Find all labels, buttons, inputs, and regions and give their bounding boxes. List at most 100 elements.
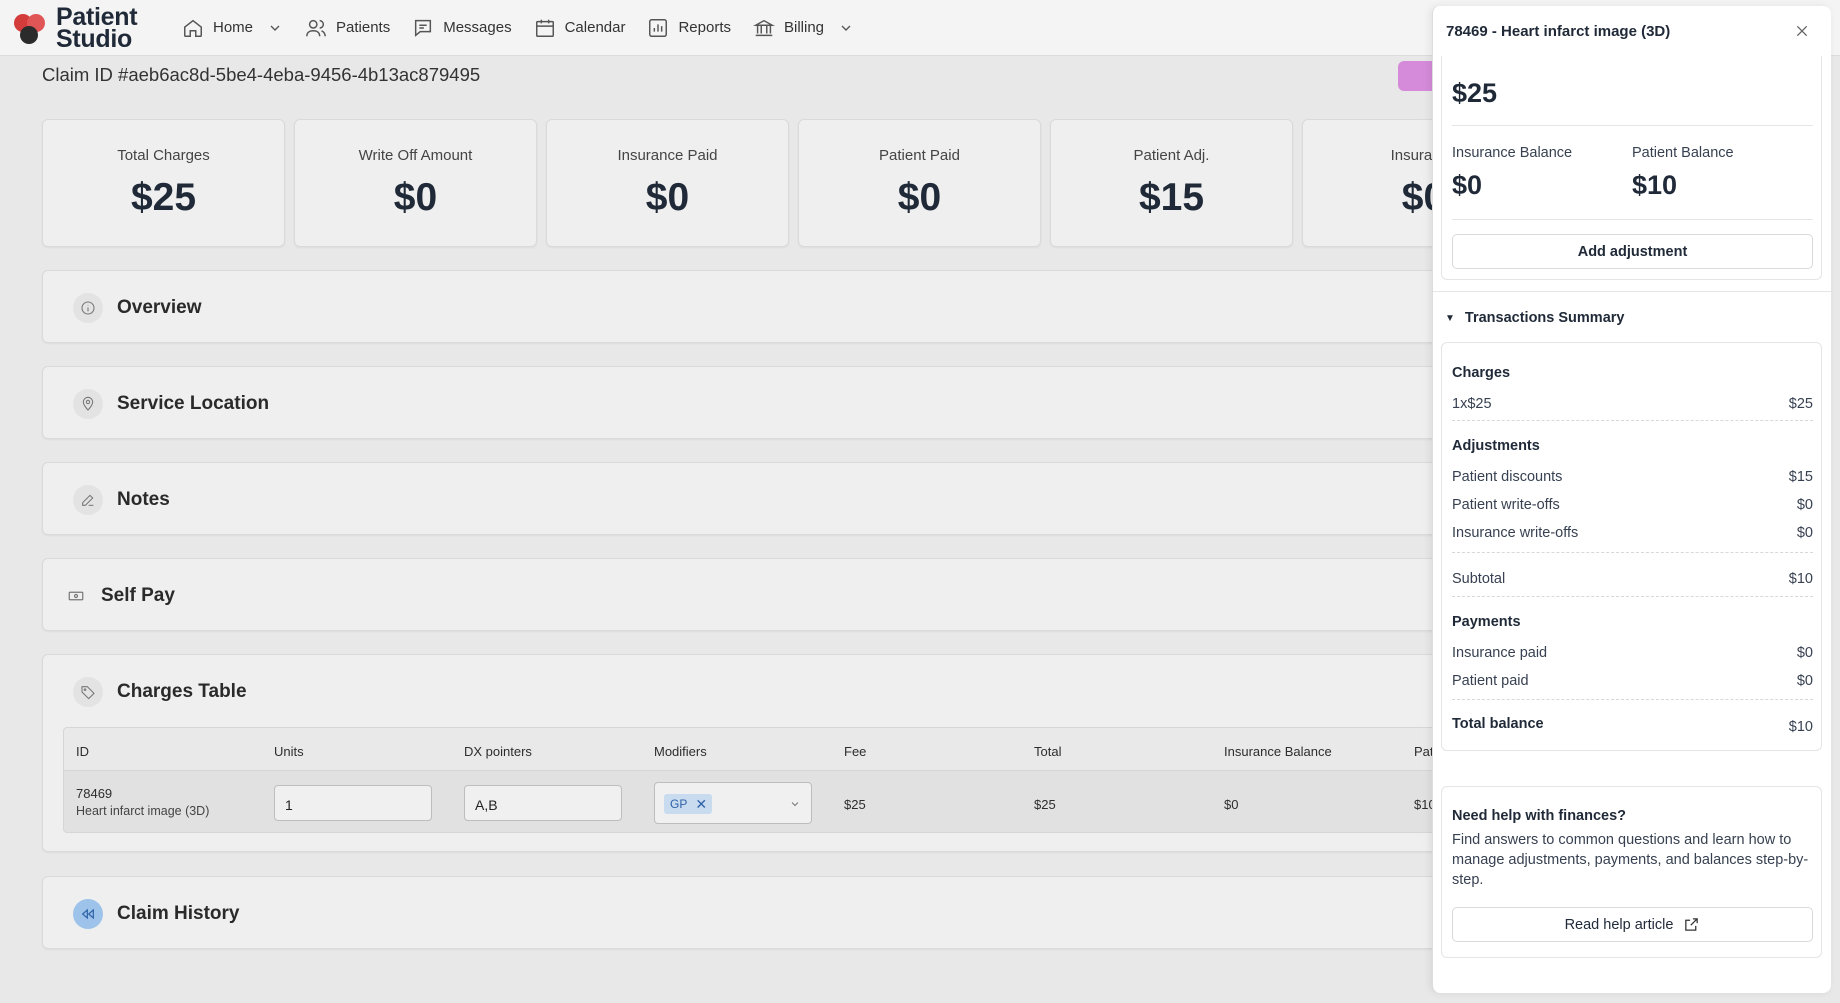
nav-home[interactable]: Home	[182, 0, 283, 56]
nav-messages[interactable]: Messages	[412, 0, 512, 56]
nav-reports-label: Reports	[678, 19, 731, 36]
payments-title: Payments	[1452, 614, 1521, 630]
caret-down-icon: ▼	[1445, 312, 1455, 324]
section-title: Overview	[117, 297, 202, 318]
charges-title: Charges	[1452, 365, 1511, 381]
nav-patients-label: Patients	[336, 19, 391, 36]
chevron-down-icon[interactable]	[267, 20, 283, 36]
adjustment-label: Patient discounts	[1452, 469, 1563, 485]
help-button-label: Read help article	[1564, 916, 1674, 933]
section-charges-table: Charges Table ID Units DX pointers Modif…	[42, 654, 1443, 852]
section-service-location[interactable]: Service Location	[42, 366, 1442, 439]
charge-detail-panel: $25 Insurance Balance $0 Patient Balance…	[1432, 6, 1831, 993]
calendar-icon	[535, 19, 554, 37]
rewind-icon	[73, 899, 103, 929]
column-header: Pat	[1414, 744, 1434, 759]
patient-balance-label: Patient Balance	[1632, 145, 1734, 161]
nav-messages-label: Messages	[443, 19, 512, 36]
card-value: $0	[393, 176, 438, 219]
section-overview[interactable]: Overview	[42, 270, 1442, 343]
panel-header: 78469 - Heart infarct image (3D)	[1433, 6, 1831, 56]
panel-title: 78469 - Heart infarct image (3D)	[1446, 23, 1671, 40]
section-title: Self Pay	[101, 585, 175, 606]
section-title: Charges Table	[117, 681, 247, 702]
section-self-pay[interactable]: Self Pay	[42, 558, 1442, 631]
chevron-down-icon[interactable]	[838, 20, 854, 36]
row-total: $25	[1034, 797, 1056, 812]
section-title: Notes	[117, 489, 170, 510]
card-label: Insurance Paid	[617, 147, 718, 164]
card-label: Write Off Amount	[358, 147, 473, 164]
row-fee: $25	[844, 797, 866, 812]
nav-calendar[interactable]: Calendar	[534, 0, 626, 56]
nav-reports[interactable]: Reports	[647, 0, 731, 56]
logo-mark-icon	[14, 13, 45, 44]
insurance-balance-label: Insurance Balance	[1452, 145, 1573, 161]
card-write-off: Write Off Amount $0	[294, 119, 537, 247]
section-claim-history[interactable]: Claim History	[42, 876, 1442, 949]
subtotal-value: $10	[1788, 571, 1813, 587]
nav-calendar-label: Calendar	[564, 19, 626, 36]
card-value: $0	[645, 176, 690, 219]
section-title: Claim History	[117, 903, 240, 924]
close-icon[interactable]	[1794, 23, 1810, 39]
charges-line-value: $25	[1788, 396, 1813, 412]
message-icon	[415, 19, 432, 37]
card-patient-paid: Patient Paid $0	[798, 119, 1041, 247]
adjustment-value: $15	[1788, 469, 1813, 485]
add-adjustment-button[interactable]: Add adjustment	[1452, 234, 1813, 269]
dx-pointers-input[interactable]: A,B	[464, 785, 622, 821]
subtotal-label: Subtotal	[1452, 571, 1506, 587]
card-value: $0	[897, 176, 942, 219]
payment-value: $0	[1796, 645, 1813, 661]
balance-box: $25 Insurance Balance $0 Patient Balance…	[1441, 36, 1822, 280]
adjustment-label: Patient write-offs	[1452, 497, 1560, 513]
charges-line-label: 1x$25	[1452, 396, 1492, 412]
column-header: Units	[274, 744, 304, 759]
modifier-chip-label: GP	[670, 797, 688, 811]
card-patient-adj: Patient Adj. $15	[1050, 119, 1293, 247]
cash-icon	[61, 581, 91, 611]
transactions-summary-toggle[interactable]: ▼ Transactions Summary	[1445, 310, 1624, 326]
modifiers-select[interactable]: GP ✕	[654, 782, 812, 824]
tag-icon	[73, 677, 103, 707]
logo-text: Patient Studio	[56, 4, 138, 53]
adjustment-value: $0	[1796, 497, 1813, 513]
chevron-down-icon[interactable]	[789, 798, 801, 810]
bank-icon	[753, 19, 775, 36]
column-header: DX pointers	[464, 744, 532, 759]
column-header: Fee	[844, 744, 867, 759]
pencil-icon	[73, 485, 103, 515]
card-value: $15	[1138, 176, 1205, 219]
units-input[interactable]: 1	[274, 785, 432, 821]
read-help-article-button[interactable]: Read help article	[1452, 907, 1813, 942]
section-title: Service Location	[117, 393, 270, 414]
help-box: Need help with finances? Find answers to…	[1441, 786, 1822, 958]
help-text: Find answers to common questions and lea…	[1452, 832, 1809, 888]
logo-line2: Studio	[56, 24, 132, 53]
modifier-chip: GP ✕	[664, 794, 713, 814]
external-link-icon	[1685, 918, 1699, 931]
row-insurance-balance: $0	[1224, 797, 1239, 812]
chart-icon	[649, 18, 668, 37]
card-value: $25	[130, 176, 197, 219]
payment-label: Patient paid	[1452, 673, 1529, 689]
card-label: Patient Adj.	[1133, 147, 1210, 164]
adjustment-value: $0	[1796, 525, 1813, 541]
logo[interactable]: Patient Studio	[10, 4, 160, 53]
help-title: Need help with finances?	[1452, 808, 1627, 824]
transactions-box: Charges 1x$25 $25 Adjustments Patient dis…	[1441, 342, 1822, 751]
table-row[interactable]: 78469 Heart infarct image (3D) 1 A,B GP …	[64, 770, 1442, 832]
adjustments-title: Adjustments	[1452, 438, 1540, 454]
nav-billing[interactable]: Billing	[753, 0, 854, 56]
row-description: Heart infarct image (3D)	[76, 804, 210, 818]
claim-id: Claim ID #aeb6ac8d-5be4-4eba-9456-4b13ac…	[42, 64, 481, 85]
top-value: $25	[1452, 78, 1498, 108]
info-icon	[73, 293, 103, 323]
section-notes[interactable]: Notes	[42, 462, 1442, 535]
payment-label: Insurance paid	[1452, 645, 1548, 661]
total-balance-label: Total balance	[1452, 716, 1544, 732]
nav-patients[interactable]: Patients	[305, 0, 390, 56]
card-label: Total Charges	[117, 147, 210, 164]
close-icon[interactable]: ✕	[695, 796, 707, 813]
